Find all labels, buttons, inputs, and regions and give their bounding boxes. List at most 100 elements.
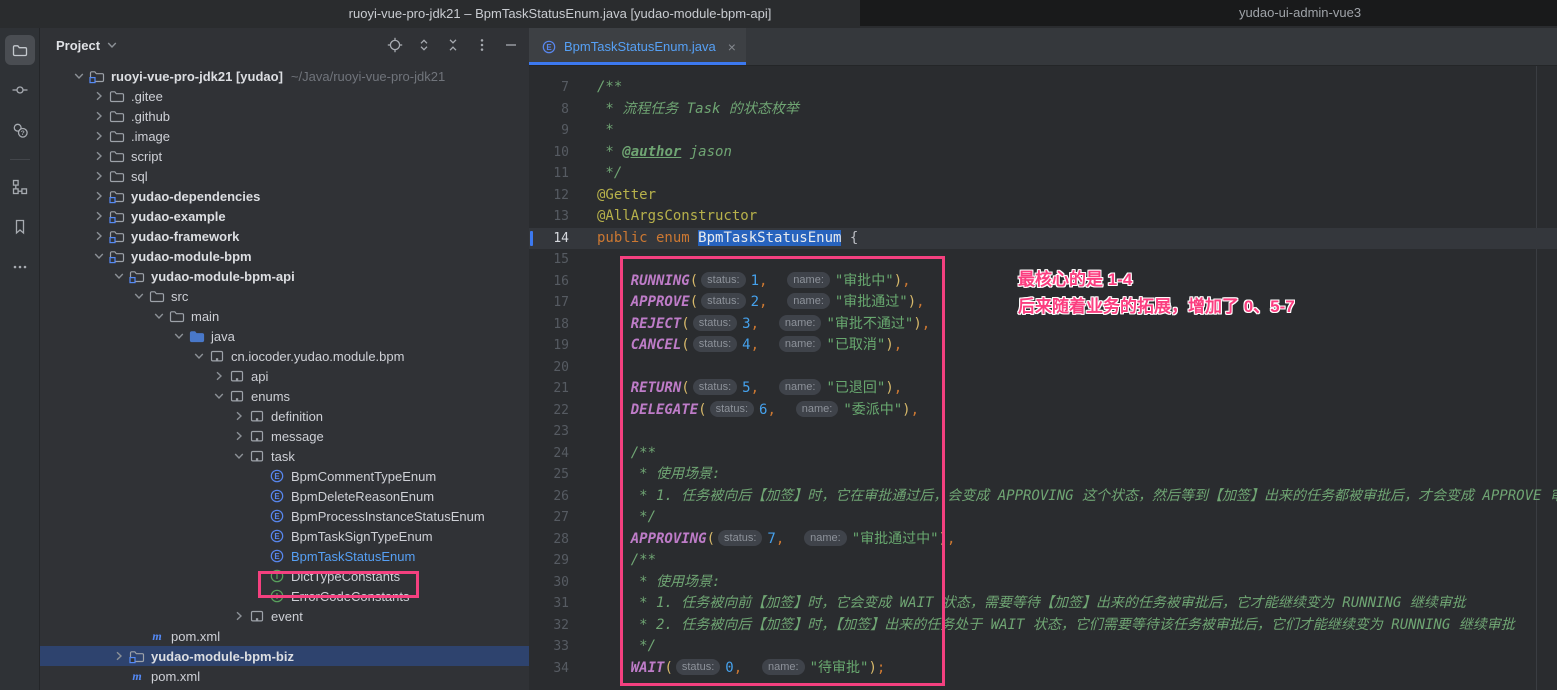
tree-item-yudao-module-bpm-api[interactable]: yudao-module-bpm-api [40,266,529,286]
code-line-34[interactable]: 34 WAIT(status:0, name:"待审批"); [529,658,1557,680]
code-line-7[interactable]: 7/** [529,77,1557,99]
tree-item-errorcodeconstants[interactable]: IErrorCodeConstants [40,586,529,606]
tree-item-bpmtaskstatusenum[interactable]: EBpmTaskStatusEnum [40,546,529,566]
code-line-32[interactable]: 32 * 2. 任务被向后【加签】时，【加签】出来的任务处于 WAIT 状态，它… [529,615,1557,637]
code-line-14[interactable]: 14public enum BpmTaskStatusEnum { [529,228,1557,250]
chevron-down-icon[interactable] [104,37,120,53]
folder-icon [109,88,125,104]
close-icon[interactable]: × [728,40,736,54]
rail-button-commit[interactable] [5,75,35,105]
project-panel-title[interactable]: Project [56,38,100,53]
hide-icon[interactable] [503,37,519,53]
rail-button-structure[interactable] [5,172,35,202]
tree-item-event[interactable]: event [40,606,529,626]
chevron-right-icon[interactable] [90,208,108,224]
tree-item-main[interactable]: main [40,306,529,326]
chevron-right-icon[interactable] [90,168,108,184]
background-window-titlebar[interactable]: yudao-ui-admin-vue3 [860,0,1557,26]
chevron-right-icon[interactable] [230,408,248,424]
code-line-23[interactable]: 23 [529,421,1557,443]
tree-item-bpmdeletereasonenum[interactable]: EBpmDeleteReasonEnum [40,486,529,506]
tree-item-bpmcommenttypeenum[interactable]: EBpmCommentTypeEnum [40,466,529,486]
chevron-down-icon[interactable] [150,308,168,324]
tree-item-yudao-module-bpm[interactable]: yudao-module-bpm [40,246,529,266]
tree-item-ruoyi-vue-pro-jdk21-yudao[interactable]: ruoyi-vue-pro-jdk21 [yudao]~/Java/ruoyi-… [40,66,529,86]
chevron-right-icon[interactable] [110,648,128,664]
tree-item-yudao-framework[interactable]: yudao-framework [40,226,529,246]
tree-item-image[interactable]: .image [40,126,529,146]
code-line-9[interactable]: 9 * [529,120,1557,142]
tree-item-pom-xml[interactable]: mpom.xml [40,666,529,686]
parameter-hint: status: [701,293,745,309]
tree-item-gitee[interactable]: .gitee [40,86,529,106]
tree-item-src[interactable]: src [40,286,529,306]
chevron-down-icon[interactable] [90,248,108,264]
tree-item-task[interactable]: task [40,446,529,466]
collapse-icon[interactable] [445,37,461,53]
locate-icon[interactable] [387,37,403,53]
tree-item-dicttypeconstants[interactable]: IDictTypeConstants [40,566,529,586]
tree-item-java[interactable]: java [40,326,529,346]
chevron-down-icon[interactable] [210,388,228,404]
chevron-right-icon[interactable] [90,128,108,144]
tree-item-label: src [171,289,188,304]
code-line-33[interactable]: 33 */ [529,636,1557,658]
code-line-19[interactable]: 19 CANCEL(status:4, name:"已取消"), [529,335,1557,357]
code-line-21[interactable]: 21 RETURN(status:5, name:"已退回"), [529,378,1557,400]
tree-item-yudao-dependencies[interactable]: yudao-dependencies [40,186,529,206]
chevron-down-icon[interactable] [170,328,188,344]
chevron-right-icon[interactable] [90,148,108,164]
chevron-down-icon[interactable] [130,288,148,304]
chevron-right-icon[interactable] [90,228,108,244]
tree-item-github[interactable]: .github [40,106,529,126]
rail-button-bookmark[interactable] [5,212,35,242]
code-line-text: * 使用场景: [569,464,720,486]
chevron-down-icon[interactable] [110,268,128,284]
tree-item-bpmprocessinstancestatusenum[interactable]: EBpmProcessInstanceStatusEnum [40,506,529,526]
tree-item-cn-iocoder-yudao-module-bpm[interactable]: cn.iocoder.yudao.module.bpm [40,346,529,366]
chevron-right-icon[interactable] [90,88,108,104]
chevron-right-icon[interactable] [90,188,108,204]
expand-icon[interactable] [416,37,432,53]
code-line-12[interactable]: 12@Getter [529,185,1557,207]
kebab-menu-icon[interactable] [474,37,490,53]
chevron-down-icon[interactable] [230,448,248,464]
tree-item-yudao-example[interactable]: yudao-example [40,206,529,226]
editor-tab-bpmtaskstatusenum[interactable]: E BpmTaskStatusEnum.java × [529,28,746,65]
code-line-27[interactable]: 27 */ [529,507,1557,529]
code-line-28[interactable]: 28 APPROVING(status:7, name:"审批通过中"), [529,529,1557,551]
rail-divider [10,159,30,160]
tree-item-definition[interactable]: definition [40,406,529,426]
tree-item-api[interactable]: api [40,366,529,386]
tree-item-bpmtasksigntypeenum[interactable]: EBpmTaskSignTypeEnum [40,526,529,546]
chevron-right-icon[interactable] [90,108,108,124]
tree-item-pom-xml[interactable]: mpom.xml [40,626,529,646]
rail-button-pull-request[interactable]: ? [5,115,35,145]
chevron-down-icon[interactable] [70,68,88,84]
tree-item-message[interactable]: message [40,426,529,446]
chevron-right-icon [91,108,107,124]
code-line-26[interactable]: 26 * 1. 任务被向后【加签】时，它在审批通过后，会变成 APPROVING… [529,486,1557,508]
code-line-25[interactable]: 25 * 使用场景: [529,464,1557,486]
rail-button-project-folder[interactable] [5,35,35,65]
code-line-22[interactable]: 22 DELEGATE(status:6, name:"委派中"), [529,400,1557,422]
code-line-20[interactable]: 20 [529,357,1557,379]
code-line-10[interactable]: 10 * @author jason [529,142,1557,164]
tree-item-sql[interactable]: sql [40,166,529,186]
code-editor[interactable]: 7/**8 * 流程任务 Task 的状态枚举9 *10 * @author j… [529,66,1557,690]
chevron-down-icon[interactable] [190,348,208,364]
code-line-11[interactable]: 11 */ [529,163,1557,185]
code-line-24[interactable]: 24 /** [529,443,1557,465]
chevron-right-icon[interactable] [210,368,228,384]
code-line-13[interactable]: 13@AllArgsConstructor [529,206,1557,228]
code-line-31[interactable]: 31 * 1. 任务被向前【加签】时，它会变成 WAIT 状态，需要等待【加签】… [529,593,1557,615]
rail-button-more[interactable] [5,252,35,282]
chevron-right-icon[interactable] [230,608,248,624]
tree-item-yudao-module-bpm-biz[interactable]: yudao-module-bpm-biz [40,646,529,666]
code-line-8[interactable]: 8 * 流程任务 Task 的状态枚举 [529,99,1557,121]
code-line-30[interactable]: 30 * 使用场景: [529,572,1557,594]
code-line-29[interactable]: 29 /** [529,550,1557,572]
chevron-right-icon[interactable] [230,428,248,444]
tree-item-script[interactable]: script [40,146,529,166]
tree-item-enums[interactable]: enums [40,386,529,406]
